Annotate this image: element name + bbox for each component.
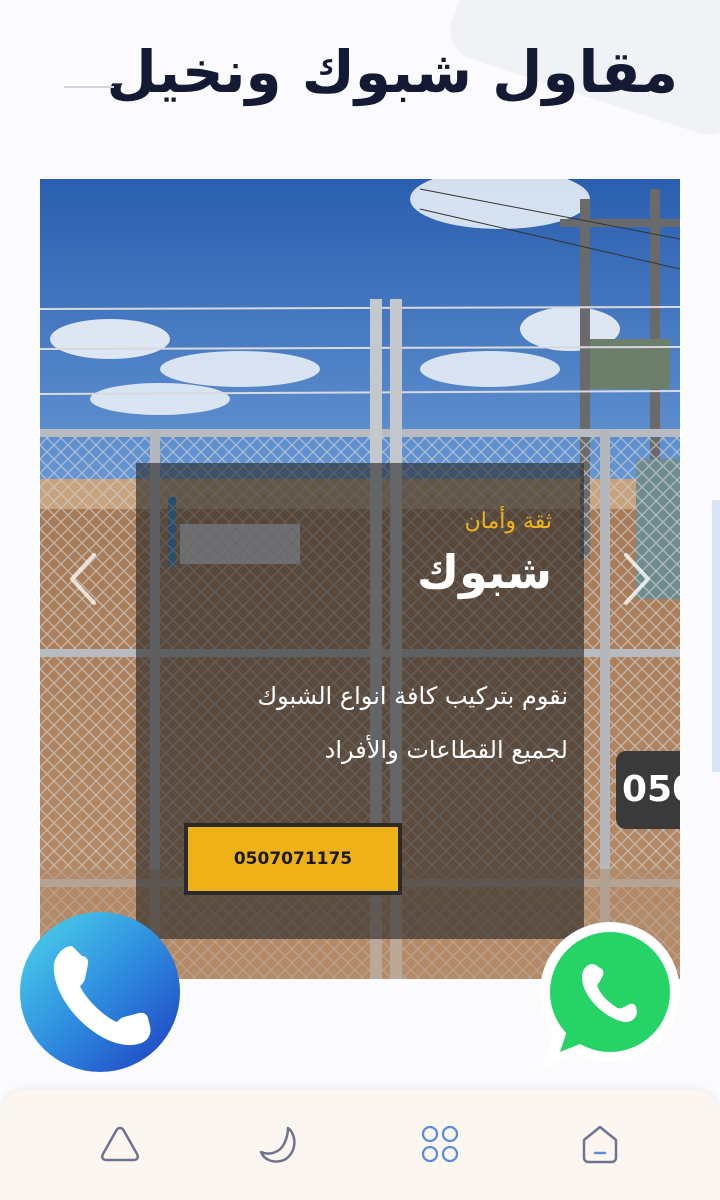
whatsapp-icon: [540, 922, 680, 1068]
nav-grid-button[interactable]: [418, 1122, 462, 1166]
page-title: مقاول شبوك ونخيل: [106, 38, 678, 106]
slider-prev-button[interactable]: [64, 549, 104, 609]
nav-moon-button[interactable]: [258, 1122, 302, 1166]
grid-icon: [421, 1125, 459, 1163]
slide-description: نقوم بتركيب كافة انواع الشبوك لجميع القط…: [168, 669, 568, 777]
home-icon: [582, 1125, 618, 1164]
chevron-left-icon: [70, 553, 96, 605]
moon-icon: [259, 1126, 296, 1163]
slide-title: شبوك: [416, 545, 552, 599]
phone-icon: [53, 946, 151, 1046]
slide-description-line: نقوم بتركيب كافة انواع الشبوك: [257, 682, 568, 710]
nav-triangle-button[interactable]: [98, 1122, 142, 1166]
slider-next-button[interactable]: [616, 549, 656, 609]
slide-subtitle: ثقة وأمان: [464, 509, 552, 534]
whatsapp-button[interactable]: [532, 914, 682, 1074]
triangle-icon: [100, 1126, 140, 1162]
call-number-button[interactable]: 0507071175: [184, 823, 402, 895]
chevron-right-icon: [624, 553, 650, 605]
bottom-navigation: [0, 1090, 720, 1200]
nav-home-button[interactable]: [578, 1122, 622, 1166]
slide-description-line: لجميع القطاعات والأفراد: [324, 736, 568, 764]
next-slide-phone-peek: 050: [616, 751, 680, 829]
slide-caption: ثقة وأمان شبوك نقوم بتركيب كافة انواع ال…: [136, 463, 584, 939]
title-divider: [64, 86, 114, 88]
call-button[interactable]: [20, 912, 180, 1072]
page-scroll-indicator: [712, 500, 720, 772]
hero-slider[interactable]: ثقة وأمان شبوك نقوم بتركيب كافة انواع ال…: [40, 179, 680, 979]
